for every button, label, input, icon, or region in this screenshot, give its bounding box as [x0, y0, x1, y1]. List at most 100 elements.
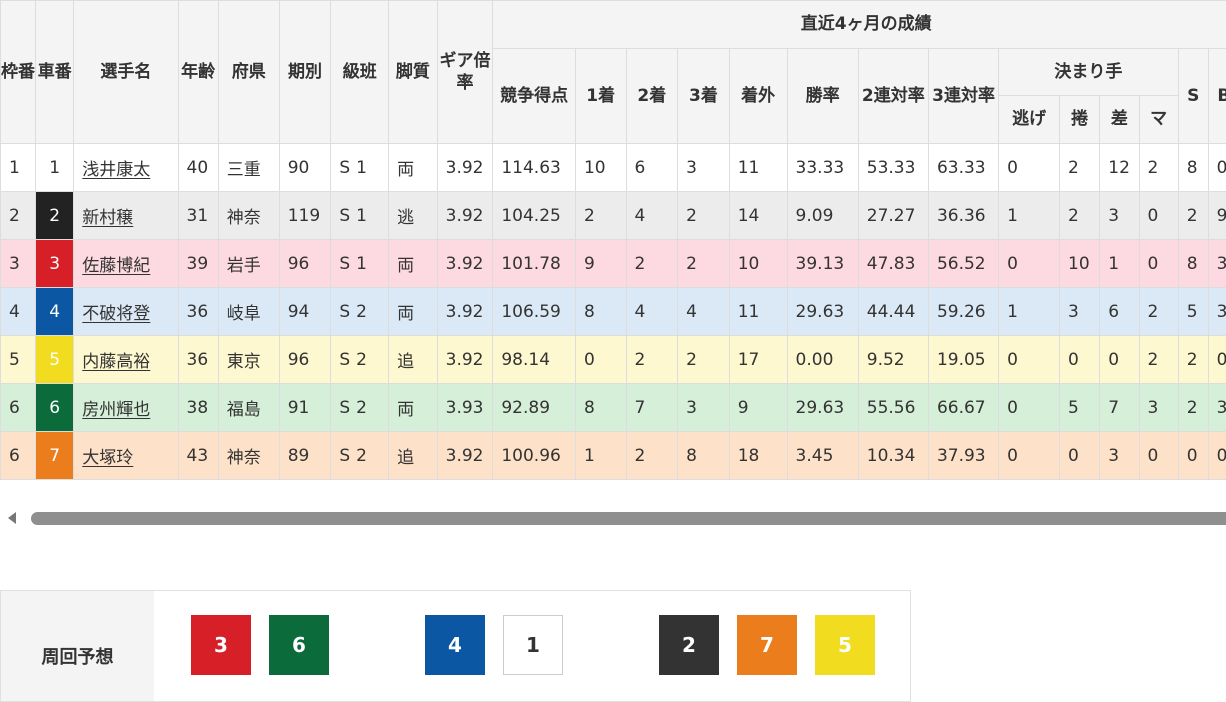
cell-sashi: 1: [1100, 240, 1139, 288]
rider-name-link[interactable]: 不破将登: [82, 304, 150, 324]
cell-win: 33.33: [787, 144, 858, 192]
col-pref: 府県: [218, 1, 279, 144]
cell-s: 2: [1178, 384, 1208, 432]
cell-win: 3.45: [787, 432, 858, 480]
cell-trio: 66.67: [928, 384, 998, 432]
cell-makuri: 5: [1060, 384, 1100, 432]
rider-name-link[interactable]: 佐藤博紀: [82, 256, 150, 276]
prediction-car-box: 1: [503, 615, 563, 675]
col-b: B: [1208, 49, 1226, 144]
cell-gear: 3.92: [437, 336, 493, 384]
col-ma: マ: [1139, 96, 1178, 144]
rider-name-link[interactable]: 内藤高裕: [82, 352, 150, 372]
cell-sha: 4: [36, 288, 74, 336]
cell-age: 43: [178, 432, 218, 480]
cell-b: 9: [1208, 192, 1226, 240]
cell-second: 2: [626, 432, 678, 480]
cell-style: 両: [389, 288, 438, 336]
cell-out: 17: [729, 336, 787, 384]
cell-third: 2: [678, 192, 730, 240]
col-third: 3着: [678, 49, 730, 144]
cell-rank: S2: [331, 336, 389, 384]
cell-sha: 7: [36, 432, 74, 480]
cell-ma: 0: [1139, 240, 1178, 288]
col-rank: 級班: [331, 1, 389, 144]
cell-name: 新村穣: [74, 192, 178, 240]
rider-name-link[interactable]: 房州輝也: [82, 400, 150, 420]
col-waku: 枠番: [1, 1, 36, 144]
cell-age: 38: [178, 384, 218, 432]
cell-nige: 0: [999, 384, 1060, 432]
cell-first: 8: [575, 384, 626, 432]
col-kimarite-group: 決まり手: [999, 49, 1179, 96]
cell-term: 94: [279, 288, 331, 336]
cell-style: 両: [389, 384, 438, 432]
cell-b: 3: [1208, 240, 1226, 288]
lap-prediction-panel: 周回予想 3641275: [0, 590, 911, 702]
horizontal-scrollbar[interactable]: [0, 505, 1226, 533]
cell-s: 0: [1178, 432, 1208, 480]
cell-rank: S1: [331, 240, 389, 288]
cell-sha: 2: [36, 192, 74, 240]
cell-makuri: 10: [1060, 240, 1100, 288]
cell-term: 90: [279, 144, 331, 192]
cell-style: 追: [389, 336, 438, 384]
table-row: 55内藤高裕36東京96S2追3.9298.14022170.009.5219.…: [1, 336, 1226, 384]
cell-waku: 1: [1, 144, 36, 192]
cell-score: 98.14: [493, 336, 576, 384]
cell-out: 14: [729, 192, 787, 240]
rider-name-link[interactable]: 新村穣: [82, 208, 133, 228]
prediction-car-box: 6: [269, 615, 329, 675]
col-sha: 車番: [36, 1, 74, 144]
cell-nige: 1: [999, 192, 1060, 240]
cell-out: 11: [729, 288, 787, 336]
prediction-car-box: 5: [815, 615, 875, 675]
cell-rank: S2: [331, 384, 389, 432]
cell-makuri: 0: [1060, 336, 1100, 384]
cell-waku: 6: [1, 432, 36, 480]
cell-sha: 1: [36, 144, 74, 192]
cell-rank: S1: [331, 192, 389, 240]
cell-style: 逃: [389, 192, 438, 240]
cell-sashi: 12: [1100, 144, 1139, 192]
cell-score: 100.96: [493, 432, 576, 480]
cell-nige: 1: [999, 288, 1060, 336]
cell-pref: 神奈: [218, 192, 279, 240]
cell-b: 3: [1208, 288, 1226, 336]
col-nige: 逃げ: [999, 96, 1060, 144]
cell-age: 36: [178, 336, 218, 384]
col-win: 勝率: [787, 49, 858, 144]
cell-ma: 0: [1139, 432, 1178, 480]
cell-term: 119: [279, 192, 331, 240]
col-makuri: 捲: [1060, 96, 1100, 144]
cell-age: 36: [178, 288, 218, 336]
col-first: 1着: [575, 49, 626, 144]
entry-table: 枠番 車番 選手名 年齢 府県 期別 級班 脚質 ギア倍率 直近4ヶ月の成績 競…: [0, 0, 1226, 480]
cell-name: 大塚玲: [74, 432, 178, 480]
cell-quinella: 9.52: [858, 336, 928, 384]
col-quinella: 2連対率: [858, 49, 928, 144]
cell-rank: S2: [331, 432, 389, 480]
cell-trio: 36.36: [928, 192, 998, 240]
lap-prediction-label-text: 周回予想: [42, 643, 114, 669]
scroll-left-arrow-icon[interactable]: [8, 512, 16, 524]
cell-age: 40: [178, 144, 218, 192]
cell-pref: 神奈: [218, 432, 279, 480]
cell-out: 11: [729, 144, 787, 192]
cell-quinella: 10.34: [858, 432, 928, 480]
cell-s: 2: [1178, 336, 1208, 384]
cell-name: 房州輝也: [74, 384, 178, 432]
rider-name-link[interactable]: 大塚玲: [82, 448, 133, 468]
scroll-thumb[interactable]: [31, 512, 1226, 525]
col-gear: ギア倍率: [437, 1, 493, 144]
cell-s: 2: [1178, 192, 1208, 240]
rider-name-link[interactable]: 浅井康太: [82, 160, 150, 180]
cell-ma: 2: [1139, 288, 1178, 336]
cell-pref: 三重: [218, 144, 279, 192]
col-term: 期別: [279, 1, 331, 144]
cell-quinella: 47.83: [858, 240, 928, 288]
cell-makuri: 0: [1060, 432, 1100, 480]
cell-sashi: 3: [1100, 432, 1139, 480]
cell-trio: 59.26: [928, 288, 998, 336]
cell-out: 18: [729, 432, 787, 480]
